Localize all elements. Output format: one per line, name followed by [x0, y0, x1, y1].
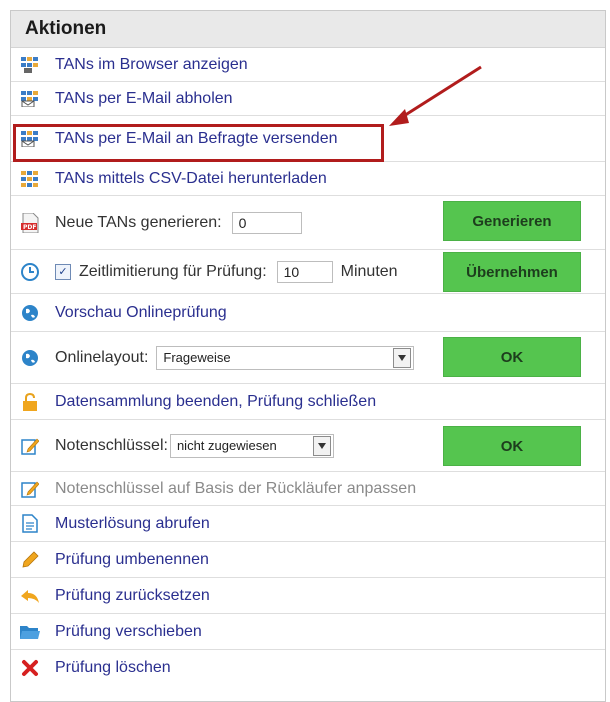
- pdf-icon: PDF: [19, 212, 41, 234]
- onlinelayout-selected: Frageweise: [163, 350, 231, 365]
- onlinelayout-select[interactable]: Frageweise: [156, 345, 415, 370]
- annotation-arrow: [389, 65, 482, 126]
- vorschau-action[interactable]: Vorschau Onlineprüfung: [11, 294, 605, 332]
- globe-icon: [19, 302, 41, 324]
- zeitlimit-minutes-input[interactable]: [276, 260, 333, 283]
- document-icon: [19, 513, 41, 535]
- notenschluessel-selected: nicht zugewiesen: [176, 438, 277, 453]
- notenschluessel-anpassen-label: Notenschlüssel auf Basis der Rückläufer …: [55, 479, 417, 497]
- chevron-down-icon[interactable]: [312, 435, 331, 456]
- unlock-icon: [19, 391, 41, 413]
- edit-icon: [19, 478, 41, 500]
- globe-icon: [19, 347, 41, 369]
- notenschluessel-anpassen-action: Notenschlüssel auf Basis der Rückläufer …: [11, 472, 605, 506]
- onlinelayout-ok-button[interactable]: OK: [443, 337, 581, 377]
- notenschluessel-ok-button[interactable]: OK: [443, 426, 581, 466]
- uebernehmen-button[interactable]: Übernehmen: [443, 252, 581, 292]
- notenschluessel-row: Notenschlüssel: nicht zugewiesen OK: [11, 420, 605, 472]
- delete-x-icon: [19, 657, 41, 679]
- verschieben-label: Prüfung verschieben: [55, 622, 202, 640]
- clock-icon: [19, 261, 41, 283]
- notenschluessel-select[interactable]: nicht zugewiesen: [169, 433, 334, 458]
- zeitlimit-unit: Minuten: [340, 262, 398, 280]
- notenschluessel-label: Notenschlüssel:: [55, 436, 168, 454]
- svg-text:PDF: PDF: [23, 224, 36, 231]
- onlinelayout-label: Onlinelayout:: [55, 348, 149, 366]
- zeitlimit-row: ✓ Zeitlimitierung für Prüfung: Minuten Ü…: [11, 250, 605, 294]
- vorschau-label: Vorschau Onlineprüfung: [55, 303, 227, 321]
- zuruecksetzen-label: Prüfung zurücksetzen: [55, 586, 210, 604]
- zeitlimit-checkbox[interactable]: ✓: [55, 263, 71, 280]
- zeitlimit-label: Zeitlimitierung für Prüfung:: [79, 262, 267, 280]
- zuruecksetzen-action[interactable]: Prüfung zurücksetzen: [11, 578, 605, 614]
- musterloesung-label: Musterlösung abrufen: [55, 514, 210, 532]
- musterloesung-action[interactable]: Musterlösung abrufen: [11, 506, 605, 542]
- folder-icon: [19, 621, 41, 643]
- neue-tans-count-input[interactable]: [231, 211, 302, 234]
- chevron-down-icon[interactable]: [393, 347, 412, 368]
- undo-icon: [19, 585, 41, 607]
- umbenennen-label: Prüfung umbenennen: [55, 550, 209, 568]
- neue-tans-label: Neue TANs generieren:: [55, 213, 222, 231]
- pencil-icon: [19, 549, 41, 571]
- datensammlung-label: Datensammlung beenden, Prüfung schließen: [55, 392, 377, 410]
- umbenennen-action[interactable]: Prüfung umbenennen: [11, 542, 605, 578]
- actions-panel: Aktionen TANs im Browser anzeigen TANs p…: [10, 10, 606, 702]
- loeschen-action[interactable]: Prüfung löschen: [11, 650, 605, 686]
- datensammlung-action[interactable]: Datensammlung beenden, Prüfung schließen: [11, 384, 605, 420]
- loeschen-label: Prüfung löschen: [55, 659, 171, 676]
- verschieben-action[interactable]: Prüfung verschieben: [11, 614, 605, 650]
- edit-icon: [19, 435, 41, 457]
- onlinelayout-row: Onlinelayout: Frageweise OK: [11, 332, 605, 384]
